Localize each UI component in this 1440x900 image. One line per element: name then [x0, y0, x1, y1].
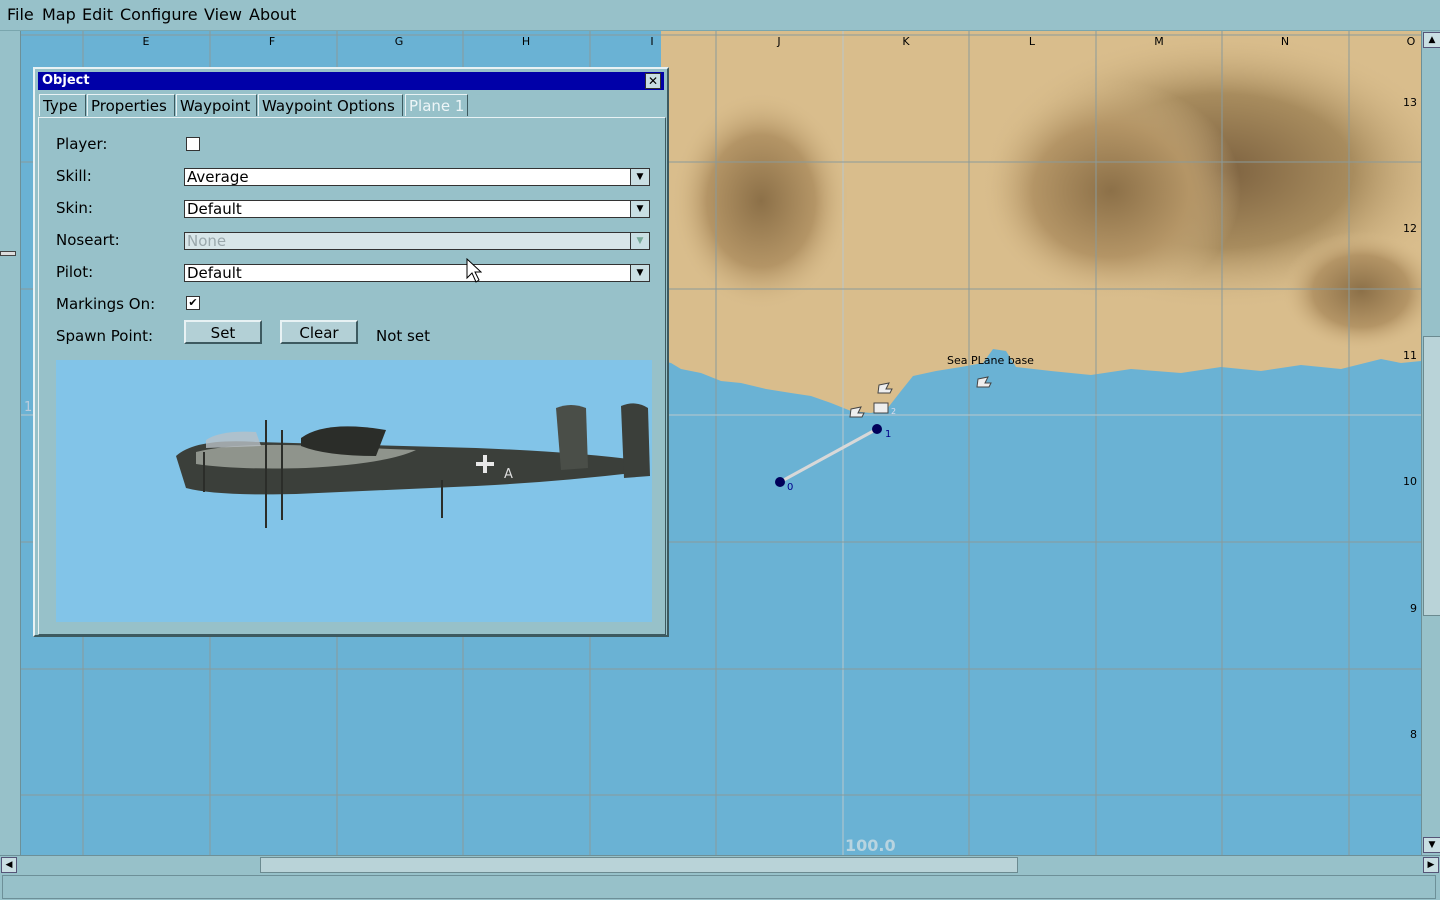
tab-type[interactable]: Type — [39, 94, 86, 116]
aircraft-icon: A — [176, 403, 650, 528]
spawn-status: Not set — [376, 327, 430, 345]
clear-spawn-button[interactable]: Clear — [280, 320, 358, 344]
player-label: Player: — [56, 135, 108, 153]
ruler-marker — [0, 251, 16, 256]
pilot-value: Default — [187, 264, 242, 282]
skin-value: Default — [187, 200, 242, 218]
scroll-up-arrow-icon[interactable]: ▲ — [1423, 32, 1440, 48]
mountain-range-central — [981, 81, 1241, 301]
close-icon[interactable]: ✕ — [645, 73, 661, 89]
spawn-point-label: Spawn Point: — [56, 327, 154, 345]
skill-select[interactable]: Average ▼ — [184, 168, 650, 186]
tab-properties[interactable]: Properties — [87, 94, 175, 116]
noseart-select: None ▼ — [184, 232, 650, 250]
waypoint-0[interactable] — [775, 477, 785, 487]
dialog-title: Object — [42, 73, 90, 88]
scroll-left-arrow-icon[interactable]: ◀ — [1, 857, 17, 873]
tab-waypoint-options[interactable]: Waypoint Options — [258, 94, 403, 116]
horizontal-scroll-thumb[interactable] — [260, 857, 1018, 873]
column-label: M — [1154, 35, 1164, 48]
left-ruler — [0, 31, 21, 855]
waypoint-1-label: 1 — [885, 429, 892, 440]
row-label: 12 — [1403, 222, 1417, 235]
vertical-scrollbar[interactable]: ▲ ▼ — [1421, 31, 1440, 855]
noseart-label: Noseart: — [56, 231, 120, 249]
column-label: N — [1280, 35, 1290, 48]
status-bar — [2, 875, 1436, 899]
column-label: H — [521, 35, 531, 48]
column-label: K — [902, 35, 910, 48]
tab-waypoint[interactable]: Waypoint — [176, 94, 257, 116]
pilot-label: Pilot: — [56, 263, 94, 281]
skin-select[interactable]: Default ▼ — [184, 200, 650, 218]
column-label: F — [268, 35, 276, 48]
mountain-range-west — [671, 91, 851, 311]
sea-plane-base-label: Sea PLane base — [947, 354, 1034, 367]
skill-label: Skill: — [56, 167, 92, 185]
menu-file[interactable]: File — [7, 5, 34, 24]
column-label: O — [1406, 35, 1416, 48]
scroll-down-arrow-icon[interactable]: ▼ — [1423, 837, 1440, 853]
aircraft-marking-label: A — [504, 467, 513, 482]
scroll-right-arrow-icon[interactable]: ▶ — [1423, 857, 1439, 873]
chevron-down-icon[interactable]: ▼ — [630, 201, 649, 217]
menu-view[interactable]: View — [204, 5, 242, 24]
checkmark-icon: ✔ — [188, 296, 198, 309]
menu-bar: File Map Edit Configure View About — [0, 0, 1440, 31]
menu-configure[interactable]: Configure — [120, 5, 198, 24]
skill-value: Average — [187, 168, 249, 186]
horizontal-scrollbar[interactable]: ◀ ▶ — [0, 855, 1440, 873]
chevron-down-icon[interactable]: ▼ — [630, 265, 649, 281]
mouse-cursor-icon — [466, 258, 482, 283]
hangar-label: 2 — [891, 407, 897, 416]
row-label: 9 — [1410, 602, 1417, 615]
menu-map[interactable]: Map — [42, 5, 76, 24]
player-checkbox[interactable] — [186, 137, 200, 151]
dialog-titlebar[interactable]: Object ✕ — [38, 72, 664, 90]
waypoint-1[interactable] — [872, 424, 882, 434]
plane-tab-panel: Player: Skill: Average ▼ Skin: Default ▼… — [38, 117, 666, 635]
column-label: E — [142, 35, 150, 48]
vertical-scroll-thumb[interactable] — [1423, 336, 1440, 616]
set-spawn-button[interactable]: Set — [184, 320, 262, 344]
object-dialog: Object ✕ Type Properties Waypoint Waypoi… — [33, 67, 669, 637]
row-label: 13 — [1403, 96, 1417, 109]
markings-checkbox[interactable]: ✔ — [186, 296, 200, 310]
pilot-select[interactable]: Default ▼ — [184, 264, 650, 282]
row-label: 10 — [1403, 475, 1417, 488]
markings-label: Markings On: — [56, 295, 156, 313]
row-label: 8 — [1410, 728, 1417, 741]
aircraft-preview: A — [56, 360, 652, 622]
column-label: I — [650, 35, 654, 48]
menu-about[interactable]: About — [249, 5, 296, 24]
hangar-icon[interactable] — [873, 402, 889, 414]
waypoint-0-label: 0 — [787, 482, 794, 493]
noseart-value: None — [187, 232, 227, 250]
column-label: L — [1028, 35, 1036, 48]
skin-label: Skin: — [56, 199, 93, 217]
menu-edit[interactable]: Edit — [82, 5, 113, 24]
row-label-partial: 1 — [24, 400, 33, 415]
scale-label: 100.0 — [845, 836, 896, 855]
chevron-down-icon: ▼ — [630, 233, 649, 249]
column-ruler: E F G H I J K L M N O — [21, 31, 1421, 49]
row-label: 11 — [1403, 349, 1417, 362]
column-label: J — [777, 35, 781, 48]
tab-plane-1[interactable]: Plane 1 — [405, 94, 468, 116]
column-label: G — [394, 35, 404, 48]
chevron-down-icon[interactable]: ▼ — [630, 169, 649, 185]
